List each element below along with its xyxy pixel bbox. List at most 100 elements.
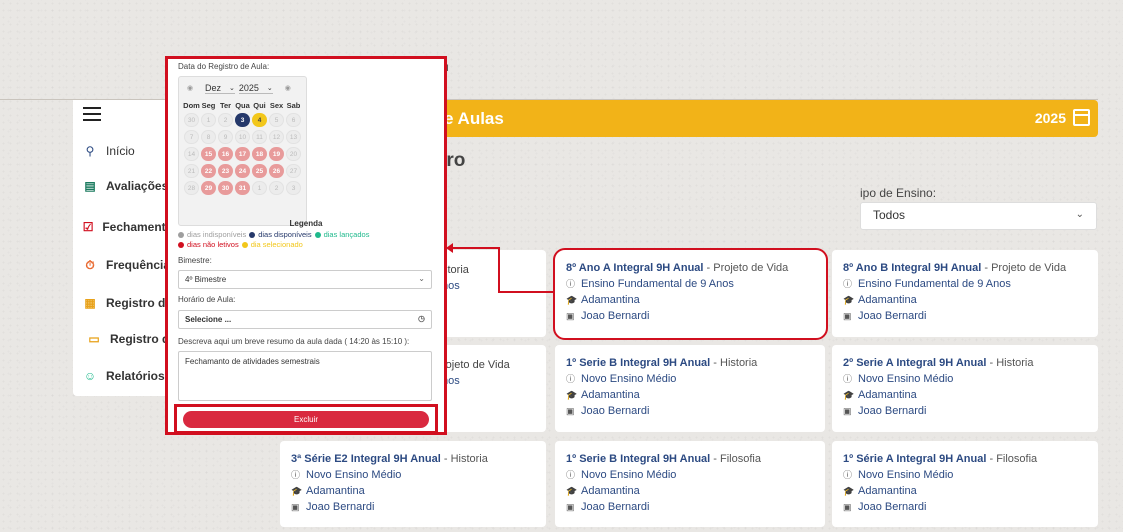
sidebar-item-registro-aulas[interactable]: ▦ Registro de — [73, 293, 173, 313]
calendar-day: 25 — [252, 164, 267, 178]
sidebar-item-frequencia[interactable]: ⏱ Frequência — [73, 255, 173, 275]
card-class-name: 1º Serie B Integral 9H Anual — [566, 453, 711, 465]
calendar-day: 30 — [184, 113, 199, 127]
graduation-cap-icon: 🎓 — [291, 486, 303, 496]
card-class-name: 3ª Série E2 Integral 9H Anual — [291, 453, 441, 465]
legend-label: dias não letivos — [187, 240, 239, 249]
bimestre-select[interactable]: 4º Bimestre ⌄ — [178, 270, 432, 289]
card-city: Adamantina — [858, 389, 917, 401]
month-value: Dez — [205, 82, 222, 93]
calendar-day: 3 — [286, 181, 301, 195]
resumo-value: Fechamanto de atividades semestrais — [185, 357, 320, 366]
card-level: Novo Ensino Médio — [858, 469, 954, 481]
tipo-ensino-select[interactable]: Todos ⌄ — [860, 202, 1097, 230]
sidebar-item-label: Fechamento — [102, 220, 173, 234]
hamburger-menu-icon[interactable] — [83, 107, 101, 121]
card-subject: Projeto de Vida — [713, 262, 789, 274]
horario-value: Selecione ... — [185, 315, 232, 324]
calendar-day[interactable]: 3 — [235, 113, 250, 127]
calendar-day[interactable]: 4 — [252, 113, 267, 127]
info-icon: ⓘ — [566, 279, 576, 289]
weekday-label: Sab — [286, 101, 301, 110]
sidebar-item-registro-sub[interactable]: ▭ Registro d — [77, 329, 177, 349]
month-select[interactable]: Dez ⌄ — [205, 83, 235, 94]
weekday-label: Seg — [201, 101, 216, 110]
arrow-head-icon — [446, 243, 453, 253]
graduation-cap-icon: 🎓 — [843, 486, 855, 496]
registro-aula-modal: Data do Registro de Aula: ◉ Dez ⌄ 2025 ⌄ ◉… — [165, 56, 447, 435]
info-icon: ⓘ — [843, 470, 853, 480]
class-card[interactable]: 1º Serie B Integral 9H Anual - Historia … — [555, 345, 825, 432]
card-subject: Projeto de Vida — [991, 262, 1067, 274]
sidebar-item-relatorios[interactable]: ☺ Relatórios — [73, 366, 173, 386]
card-subject: Historia — [720, 357, 758, 369]
horario-select[interactable]: Selecione ... ◷ — [178, 310, 432, 329]
delete-button[interactable]: Excluir — [183, 411, 429, 428]
sidebar-item-label: Registro de — [106, 296, 173, 310]
calendar-day: 18 — [252, 147, 267, 161]
chevron-down-icon: ⌄ — [1075, 209, 1084, 220]
weekday-label: Qui — [253, 101, 266, 110]
class-card[interactable]: 1º Série A Integral 9H Anual - Filosofia… — [832, 441, 1098, 527]
card-teacher: Joao Bernardi — [306, 501, 375, 513]
card-city: Adamantina — [306, 485, 365, 497]
prev-month-icon[interactable]: ◉ — [183, 84, 197, 92]
sidebar-item-avaliacoes[interactable]: ▤ Avaliações — [73, 176, 173, 196]
calendar-day: 30 — [218, 181, 233, 195]
class-card[interactable]: 3ª Série E2 Integral 9H Anual - Historia… — [280, 441, 546, 527]
card-teacher: Joao Bernardi — [858, 405, 927, 417]
year-select[interactable]: 2025 ⌄ — [238, 83, 273, 94]
sidebar-item-label: Frequência — [106, 258, 171, 272]
calendar-day: 14 — [184, 147, 199, 161]
teacher-icon: ▣ — [291, 502, 300, 512]
calendar-day: 16 — [218, 147, 233, 161]
legend-dot-icon — [178, 232, 184, 239]
info-icon: ⓘ — [566, 374, 576, 384]
card-class-name: 2º Serie A Integral 9H Anual — [843, 357, 987, 369]
calendar-icon[interactable] — [1073, 109, 1090, 126]
calendar-day: 9 — [218, 130, 233, 144]
calendar-day: 8 — [201, 130, 216, 144]
legend-dot-icon — [178, 242, 184, 249]
sidebar-item-inicio[interactable]: ⚲ Início — [73, 141, 173, 161]
legend-item: dias lançados — [314, 230, 369, 239]
tipo-ensino-label: ipo de Ensino: — [860, 186, 937, 200]
info-icon: ⓘ — [843, 279, 853, 289]
sidebar-item-label: Relatórios — [106, 369, 165, 383]
calendar-day: 12 — [269, 130, 284, 144]
page-header-bar: e Aulas 2025 — [440, 100, 1098, 137]
weekday-label: Sex — [269, 101, 284, 110]
class-card-partial[interactable]: rojeto de Vida nos — [440, 345, 546, 432]
card-partial-text: storia — [442, 264, 469, 276]
card-class-name: 8º Ano B Integral 9H Anual — [843, 262, 982, 274]
legend-label: dia selecionado — [250, 240, 303, 249]
resumo-textarea[interactable]: Fechamanto de atividades semestrais — [178, 351, 432, 401]
legend-title: Legenda — [289, 219, 323, 228]
calendar-day: 5 — [269, 113, 284, 127]
calendar-day: 17 — [235, 147, 250, 161]
class-card-selected[interactable]: 8º Ano A Integral 9H Anual - Projeto de … — [553, 248, 828, 340]
legend-item: dias disponíveis — [249, 230, 312, 239]
class-card-partial[interactable]: storia nos — [440, 250, 546, 337]
calendar-day: 1 — [252, 181, 267, 195]
class-card[interactable]: 1º Serie B Integral 9H Anual - Filosofia… — [555, 441, 825, 527]
card-level: Ensino Fundamental de 9 Anos — [581, 278, 734, 290]
card-teacher: Joao Bernardi — [581, 310, 650, 322]
folder-icon: ▭ — [88, 332, 100, 346]
legend-dot-icon — [249, 232, 256, 239]
legend-item: dias não letivos — [178, 240, 239, 249]
class-card[interactable]: 2º Serie A Integral 9H Anual - Historia … — [832, 345, 1098, 432]
class-card[interactable]: 8º Ano B Integral 9H Anual - Projeto de … — [832, 250, 1098, 337]
page-title: e Aulas — [444, 108, 504, 128]
legend-dot-icon — [241, 242, 248, 249]
horario-label: Horário de Aula: — [178, 295, 236, 304]
bimestre-value: 4º Bimestre — [185, 275, 227, 284]
map-pin-icon: ⚲ — [85, 144, 95, 158]
timer-icon: ⏱ — [85, 257, 95, 272]
teacher-icon: ▣ — [566, 406, 575, 416]
card-city: Adamantina — [581, 389, 640, 401]
sidebar-item-label: Registro d — [110, 332, 170, 346]
card-level: Novo Ensino Médio — [581, 373, 677, 385]
sidebar-item-fechamento[interactable]: ☑ Fechamento — [73, 217, 173, 237]
next-month-icon[interactable]: ◉ — [285, 84, 291, 92]
